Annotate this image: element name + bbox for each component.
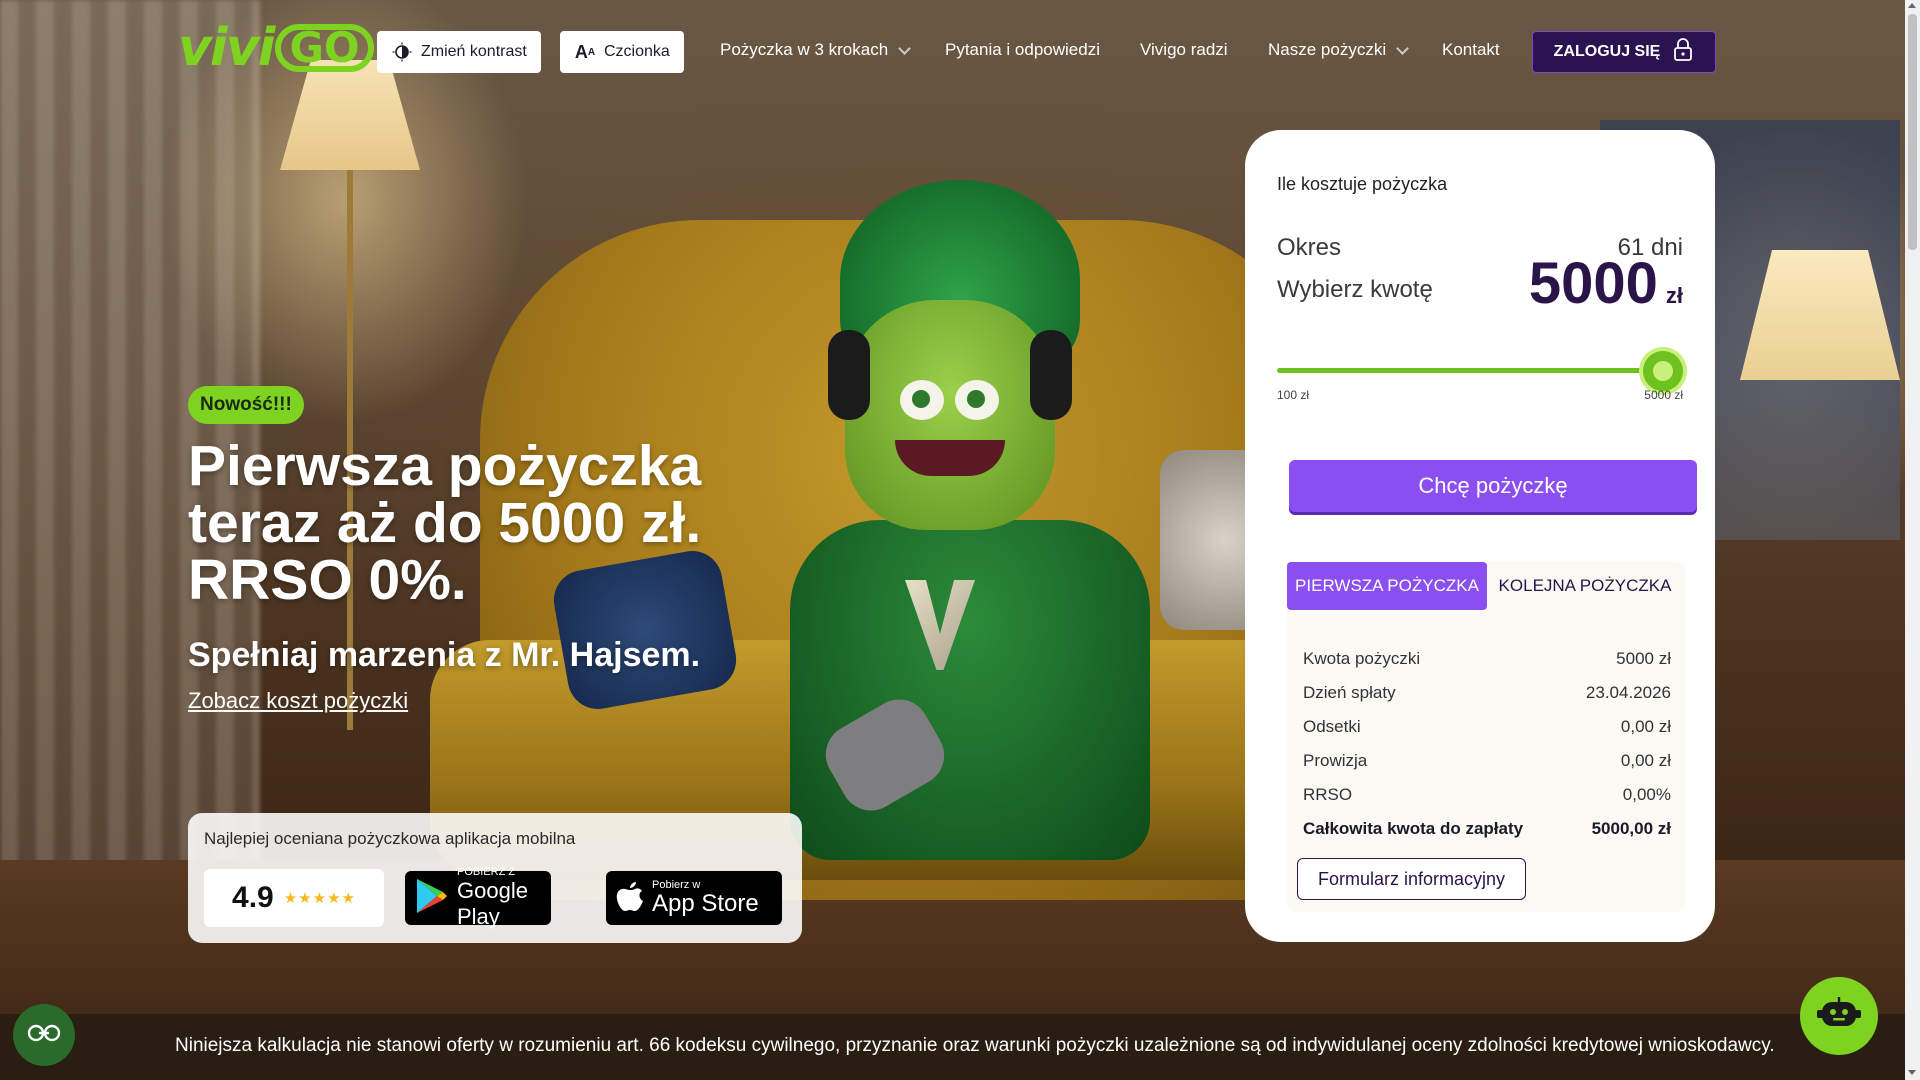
hero-title: Pierwsza pożyczka teraz aż do 5000 zł. R…: [188, 438, 788, 609]
mascot-body: [790, 520, 1150, 860]
font-size-icon: AA: [574, 41, 596, 62]
rating-box: 4.9 ★★★★★: [204, 869, 384, 927]
want-loan-button[interactable]: Chcę pożyczkę: [1289, 460, 1697, 512]
apple-icon: [616, 880, 644, 917]
row-value: 0,00 zł: [1620, 717, 1671, 736]
nav-item-contact[interactable]: Kontakt: [1442, 40, 1500, 60]
vivigo-logo[interactable]: vivi GO: [178, 18, 374, 78]
amount-slider[interactable]: [1277, 351, 1683, 391]
row-label: Odsetki: [1303, 717, 1361, 736]
font-size-label: Czcionka: [604, 43, 670, 60]
hero-title-line: Pierwsza pożyczka: [188, 434, 702, 498]
row-value: 5000 zł: [1616, 649, 1671, 668]
chevron-down-icon: [1396, 41, 1409, 55]
summary-row-total: Całkowita kwota do zapłaty 5000,00 zł: [1303, 812, 1671, 846]
login-button[interactable]: ZALOGUJ SIĘ: [1532, 31, 1716, 73]
app-store-label: App Store: [652, 890, 759, 917]
period-label: Okres: [1277, 234, 1342, 261]
nav-item-our-loans[interactable]: Nasze pożyczki: [1268, 40, 1409, 60]
nav-label: Vivigo radzi: [1140, 40, 1228, 59]
page-scrollbar[interactable]: [1905, 0, 1920, 1080]
amount-display: 5000 zł: [1529, 250, 1683, 317]
google-play-button[interactable]: POBIERZ Z Google Play: [405, 866, 551, 929]
google-play-small-label: POBIERZ Z: [457, 866, 516, 878]
site-header: vivi GO Zmień kontrast AA Czcionka Pożycz…: [0, 0, 1905, 100]
nav-label: Kontakt: [1442, 40, 1500, 59]
app-rating-card: Najlepiej oceniana pożyczkowa aplikacja …: [188, 813, 802, 943]
nav-item-vivigo-advice[interactable]: Vivigo radzi: [1140, 40, 1228, 60]
summary-row: RRSO 0,00%: [1303, 778, 1671, 812]
hero-subtitle: Spełniaj marzenia z Mr. Hajsem.: [188, 636, 701, 674]
row-label: Całkowita kwota do zapłaty: [1303, 819, 1524, 838]
mascot-eye: [900, 380, 944, 420]
tab-first-loan[interactable]: PIERWSZA POŻYCZKA: [1287, 562, 1487, 610]
new-badge: Nowość!!!: [188, 386, 304, 424]
amount-currency: zł: [1665, 283, 1683, 308]
summary-row: Dzień spłaty 23.04.2026: [1303, 676, 1671, 710]
nav-label: Nasze pożyczki: [1268, 40, 1387, 59]
rating-value: 4.9: [232, 881, 274, 914]
disclaimer-text: Niniejsza kalkulacja nie stanowi oferty …: [175, 1035, 1775, 1056]
google-play-label: Google Play: [457, 878, 528, 929]
calculator-heading: Ile kosztuje pożyczka: [1277, 174, 1448, 194]
contrast-label: Zmień kontrast: [421, 43, 527, 60]
slider-min-label: 100 zł: [1277, 388, 1310, 402]
robot-icon: [1816, 996, 1862, 1037]
row-label: Prowizja: [1303, 751, 1368, 770]
summary-row: Kwota pożyczki 5000 zł: [1303, 642, 1671, 676]
slider-fill: [1277, 368, 1663, 373]
font-size-button[interactable]: AA Czcionka: [560, 31, 684, 73]
nav-label: Pytania i odpowiedzi: [945, 40, 1100, 59]
loan-type-tabs: PIERWSZA POŻYCZKA KOLEJNA POŻYCZKA: [1287, 562, 1683, 610]
row-label: Kwota pożyczki: [1303, 649, 1421, 668]
nav-item-faq[interactable]: Pytania i odpowiedzi: [945, 40, 1100, 60]
row-value: 23.04.2026: [1585, 683, 1671, 702]
scroll-up-arrow-icon[interactable]: [1908, 3, 1916, 8]
row-label: Dzień spłaty: [1303, 683, 1396, 702]
accessibility-icon: [27, 1023, 61, 1048]
change-contrast-button[interactable]: Zmień kontrast: [377, 31, 541, 73]
lock-icon: [1672, 37, 1694, 67]
summary-row: Prowizja 0,00 zł: [1303, 744, 1671, 778]
nav-item-loan-steps[interactable]: Pożyczka w 3 krokach: [720, 40, 912, 60]
app-store-button[interactable]: Pobierz w App Store: [606, 871, 782, 925]
summary-row: Odsetki 0,00 zł: [1303, 710, 1671, 744]
scrollbar-thumb[interactable]: [1908, 14, 1917, 250]
hero-title-line: teraz aż do 5000 zł.: [188, 491, 702, 555]
hero-title-line: RRSO 0%.: [188, 548, 467, 612]
logo-go-mark: GO: [275, 24, 374, 72]
app-card-title: Najlepiej oceniana pożyczkowa aplikacja …: [204, 829, 576, 848]
row-value: 5000,00 zł: [1591, 819, 1671, 838]
nav-label: Pożyczka w 3 krokach: [720, 40, 889, 59]
accessibility-button[interactable]: [13, 1004, 75, 1066]
mascot-head: [845, 300, 1055, 530]
loan-summary-box: PIERWSZA POŻYCZKA KOLEJNA POŻYCZKA Kwota…: [1287, 562, 1685, 912]
amount-value: 5000: [1528, 251, 1658, 316]
slider-max-label: 5000 zł: [1644, 388, 1683, 402]
chatbot-button[interactable]: [1800, 977, 1878, 1055]
slider-handle[interactable]: [1643, 351, 1683, 391]
amount-label: Wybierz kwotę: [1277, 276, 1433, 303]
headphone-icon: [1030, 330, 1072, 420]
tab-next-loan[interactable]: KOLEJNA POŻYCZKA: [1487, 562, 1683, 610]
row-value: 0,00 zł: [1620, 751, 1671, 770]
row-label: RRSO: [1303, 785, 1353, 804]
google-play-icon: [415, 877, 449, 920]
see-loan-cost-link[interactable]: Zobacz koszt pożyczki: [188, 688, 408, 714]
star-rating-icon: ★★★★★: [283, 890, 356, 907]
disclaimer-bar: Niniejsza kalkulacja nie stanowi oferty …: [0, 1014, 1905, 1080]
logo-wordmark: vivi: [178, 18, 275, 78]
row-value: 0,00%: [1622, 785, 1671, 804]
scroll-down-arrow-icon[interactable]: [1908, 1070, 1916, 1075]
information-form-button[interactable]: Formularz informacyjny: [1297, 858, 1527, 900]
contrast-icon: [391, 41, 413, 63]
chevron-down-icon: [898, 41, 912, 55]
loan-summary-rows: Kwota pożyczki 5000 zł Dzień spłaty 23.04.…: [1303, 642, 1671, 846]
loan-calculator: Ile kosztuje pożyczka Okres 61 dni Wybie…: [1245, 130, 1715, 942]
headphone-icon: [828, 330, 870, 420]
login-label: ZALOGUJ SIĘ: [1553, 43, 1661, 60]
mascot-eye: [955, 380, 999, 420]
